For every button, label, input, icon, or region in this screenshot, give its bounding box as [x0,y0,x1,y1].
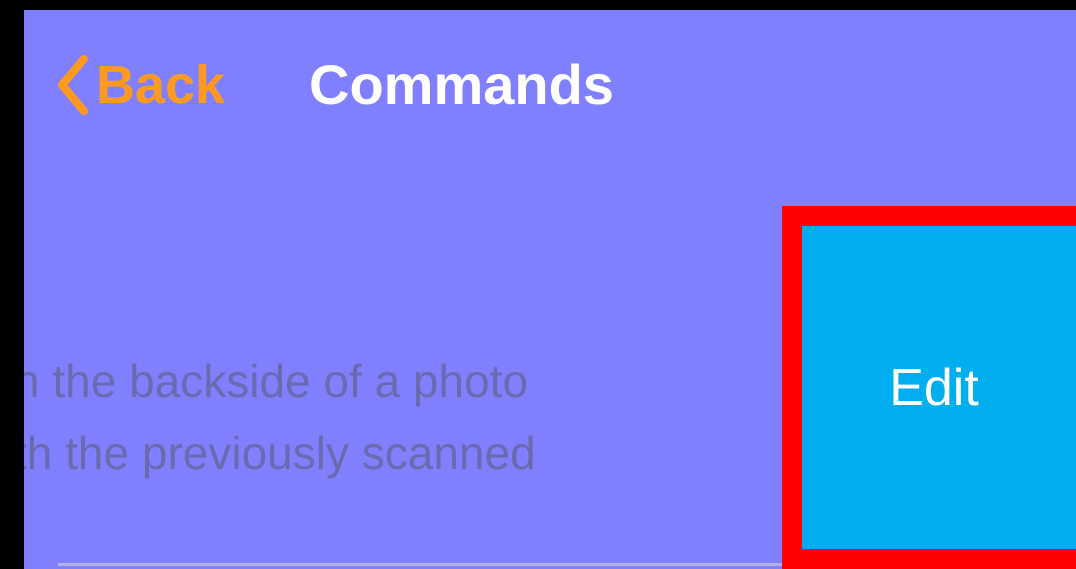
cell-description: n the backside of a photo th the previou… [24,345,536,489]
edit-action-highlight: Edit [782,206,1076,569]
back-label: Back [96,55,226,115]
chevron-left-icon [58,55,88,115]
app-screen: Back Commands n the backside of a photo … [24,10,1076,569]
command-cell[interactable]: n the backside of a photo th the previou… [24,250,804,490]
edit-button[interactable]: Edit [802,226,1076,549]
page-title: Commands [309,53,614,116]
row-separator [58,563,818,566]
cell-description-line: th the previously scanned [24,427,536,479]
cell-description-line: n the backside of a photo [24,355,529,407]
back-button[interactable]: Back [54,50,225,120]
navigation-bar: Back Commands [24,10,1076,160]
